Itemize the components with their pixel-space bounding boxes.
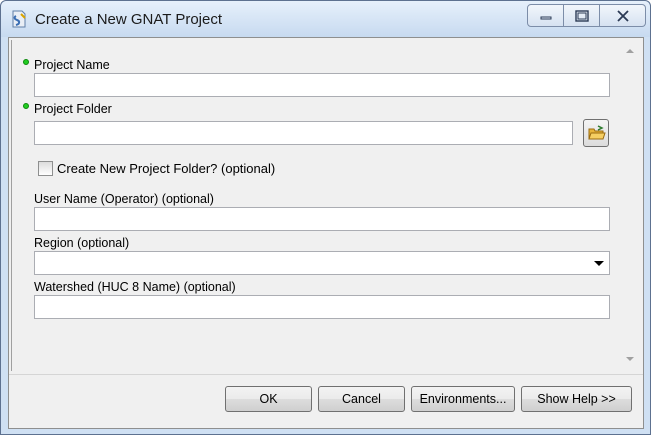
cancel-button[interactable]: Cancel xyxy=(318,386,405,412)
arcgis-toolbox-icon xyxy=(10,9,28,29)
environments-button[interactable]: Environments... xyxy=(411,386,515,412)
show-help-button[interactable]: Show Help >> xyxy=(521,386,632,412)
minimize-icon xyxy=(540,16,551,19)
scroll-down-icon[interactable] xyxy=(625,354,635,364)
close-icon xyxy=(616,9,629,22)
window-title: Create a New GNAT Project xyxy=(35,11,223,28)
title-bar[interactable]: Create a New GNAT Project xyxy=(1,1,650,37)
create-folder-label[interactable]: Create New Project Folder? (optional) xyxy=(57,161,275,176)
browse-folder-button[interactable] xyxy=(583,119,609,147)
scroll-up-icon[interactable] xyxy=(625,46,635,56)
project-name-label: Project Name xyxy=(34,58,110,72)
close-button[interactable] xyxy=(600,4,646,27)
required-indicator-icon xyxy=(23,59,29,65)
dialog-window: Create a New GNAT Project Project Name P… xyxy=(0,0,651,435)
parameters-pane: Project Name Project Folder Create New P… xyxy=(11,40,625,371)
ok-button[interactable]: OK xyxy=(225,386,312,412)
create-folder-checkbox[interactable] xyxy=(38,161,53,176)
user-name-label: User Name (Operator) (optional) xyxy=(34,192,214,206)
vertical-scrollbar[interactable] xyxy=(621,40,639,371)
user-name-input[interactable] xyxy=(34,207,610,231)
chevron-down-icon xyxy=(594,261,604,266)
maximize-icon xyxy=(574,9,589,22)
caption-buttons xyxy=(527,4,646,28)
maximize-button[interactable] xyxy=(564,4,600,27)
open-folder-icon xyxy=(588,125,606,140)
required-indicator-icon xyxy=(23,103,29,109)
region-label: Region (optional) xyxy=(34,236,130,250)
region-select[interactable] xyxy=(34,251,610,275)
project-folder-label: Project Folder xyxy=(34,102,112,116)
minimize-button[interactable] xyxy=(527,4,564,27)
footer-separator xyxy=(9,374,643,375)
dialog-client-area: Project Name Project Folder Create New P… xyxy=(8,37,644,429)
project-name-input[interactable] xyxy=(34,73,610,97)
watershed-input[interactable] xyxy=(34,295,610,319)
watershed-label: Watershed (HUC 8 Name) (optional) xyxy=(34,280,236,294)
project-folder-input[interactable] xyxy=(34,121,573,145)
